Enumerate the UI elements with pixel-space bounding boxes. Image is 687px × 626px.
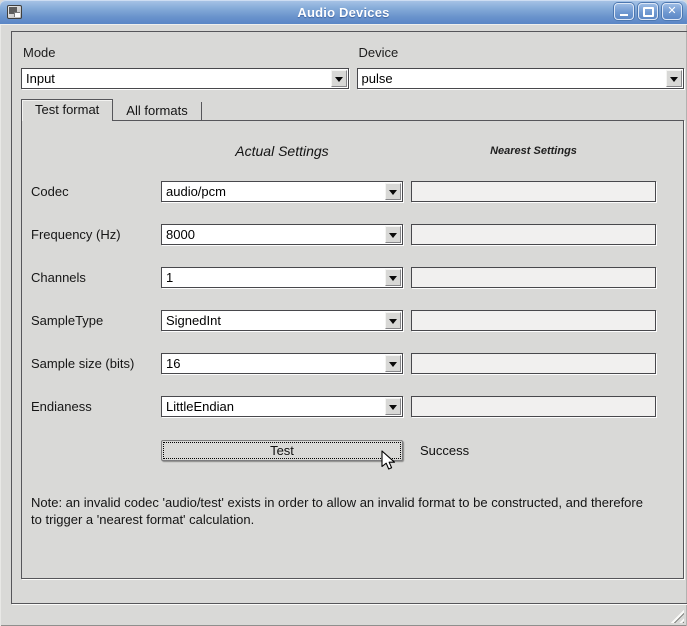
device-label: Device bbox=[359, 45, 685, 60]
frequency-select-value: 8000 bbox=[166, 227, 195, 242]
settings-headers: Actual Settings Nearest Settings bbox=[31, 143, 674, 159]
tab-test-format[interactable]: Test format bbox=[21, 99, 113, 121]
codec-select-value: audio/pcm bbox=[166, 184, 226, 199]
channels-select-value: 1 bbox=[166, 270, 173, 285]
row-endianess: Endianess LittleEndian bbox=[31, 396, 674, 417]
test-format-panel: Actual Settings Nearest Settings Codec a… bbox=[21, 120, 684, 579]
codec-nearest-field bbox=[411, 181, 656, 202]
test-button[interactable]: Test bbox=[161, 440, 403, 461]
endianess-label: Endianess bbox=[31, 396, 153, 417]
sample-type-select[interactable]: SignedInt bbox=[161, 310, 403, 331]
frequency-label: Frequency (Hz) bbox=[31, 224, 153, 245]
tabbar: Test format All formats bbox=[21, 98, 684, 120]
mode-select-value: Input bbox=[26, 71, 55, 86]
channels-nearest-field bbox=[411, 267, 656, 288]
sample-size-label: Sample size (bits) bbox=[31, 353, 153, 374]
chevron-down-icon bbox=[666, 70, 682, 87]
sample-size-select-value: 16 bbox=[166, 356, 180, 371]
row-frequency: Frequency (Hz) 8000 bbox=[31, 224, 674, 245]
channels-select[interactable]: 1 bbox=[161, 267, 403, 288]
minimize-button[interactable] bbox=[614, 3, 634, 20]
sample-type-nearest-field bbox=[411, 310, 656, 331]
chevron-down-icon bbox=[385, 312, 401, 329]
endianess-select[interactable]: LittleEndian bbox=[161, 396, 403, 417]
window-menu-icon[interactable] bbox=[7, 5, 22, 19]
frequency-select[interactable]: 8000 bbox=[161, 224, 403, 245]
chevron-down-icon bbox=[385, 269, 401, 286]
audio-devices-window: Audio Devices ✕ Mode Input De bbox=[0, 0, 687, 626]
maximize-icon bbox=[643, 7, 654, 17]
endianess-select-value: LittleEndian bbox=[166, 399, 234, 414]
chevron-down-icon bbox=[331, 70, 347, 87]
chevron-down-icon bbox=[385, 398, 401, 415]
sample-size-select[interactable]: 16 bbox=[161, 353, 403, 374]
window-title: Audio Devices bbox=[0, 5, 687, 20]
codec-label: Codec bbox=[31, 181, 153, 202]
endianess-nearest-field bbox=[411, 396, 656, 417]
chevron-down-icon bbox=[385, 226, 401, 243]
device-group: Device pulse bbox=[357, 40, 685, 89]
frequency-nearest-field bbox=[411, 224, 656, 245]
close-icon: ✕ bbox=[667, 6, 676, 17]
maximize-button[interactable] bbox=[638, 3, 658, 20]
sample-size-nearest-field bbox=[411, 353, 656, 374]
titlebar[interactable]: Audio Devices ✕ bbox=[0, 0, 687, 25]
row-channels: Channels 1 bbox=[31, 267, 674, 288]
device-select[interactable]: pulse bbox=[357, 68, 685, 89]
mode-group: Mode Input bbox=[21, 40, 349, 89]
content-frame: Mode Input Device pulse Test format All … bbox=[11, 31, 687, 604]
actual-settings-header: Actual Settings bbox=[161, 143, 403, 159]
chevron-down-icon bbox=[385, 183, 401, 200]
row-codec: Codec audio/pcm bbox=[31, 181, 674, 202]
mode-device-row: Mode Input Device pulse bbox=[21, 40, 684, 89]
chevron-down-icon bbox=[385, 355, 401, 372]
titlebar-buttons: ✕ bbox=[614, 3, 682, 20]
sample-type-label: SampleType bbox=[31, 310, 153, 331]
mode-select[interactable]: Input bbox=[21, 68, 349, 89]
settings-rows: Codec audio/pcm Frequency (Hz) 8000 bbox=[31, 181, 674, 417]
minimize-icon bbox=[620, 14, 628, 16]
row-sample-size: Sample size (bits) 16 bbox=[31, 353, 674, 374]
nearest-settings-header: Nearest Settings bbox=[411, 145, 656, 157]
status-text: Success bbox=[411, 440, 656, 461]
mode-label: Mode bbox=[23, 45, 349, 60]
channels-label: Channels bbox=[31, 267, 153, 288]
device-select-value: pulse bbox=[362, 71, 393, 86]
test-row: Test Success bbox=[31, 439, 674, 462]
sample-type-select-value: SignedInt bbox=[166, 313, 221, 328]
codec-select[interactable]: audio/pcm bbox=[161, 181, 403, 202]
close-button[interactable]: ✕ bbox=[662, 3, 682, 20]
tab-all-formats[interactable]: All formats bbox=[113, 102, 201, 120]
row-sample-type: SampleType SignedInt bbox=[31, 310, 674, 331]
note-text: Note: an invalid codec 'audio/test' exis… bbox=[31, 495, 649, 528]
